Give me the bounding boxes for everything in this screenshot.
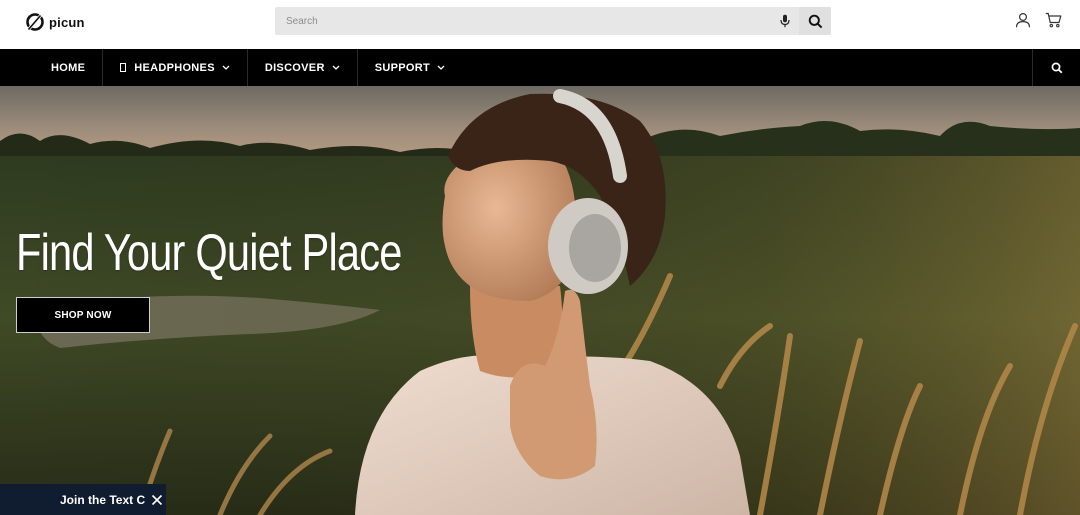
brand-name: picun [49,14,85,30]
microphone-icon [780,14,790,28]
search-submit-button[interactable] [799,7,831,35]
nav-item-label: SUPPORT [374,61,430,74]
picun-logo-icon [26,13,44,32]
account-icon [1015,12,1031,28]
cart-icon [1045,12,1061,28]
top-header: picun [0,0,1080,49]
hero-image [0,86,1080,515]
shop-now-button[interactable]: SHOP NOW [16,297,150,333]
hero-title: Find Your Quiet Place [16,224,402,282]
brand-logo[interactable]: picun [25,11,85,33]
nav-search-button[interactable] [1032,49,1080,86]
search-bar [275,7,831,35]
box-icon [120,63,127,72]
search-icon [808,14,822,28]
chevron-down-icon [222,65,230,70]
header-actions [1014,11,1062,29]
cart-button[interactable] [1044,11,1062,29]
hero-banner: Find Your Quiet Place SHOP NOW [0,86,1080,515]
search-input[interactable] [275,7,771,35]
nav-item-discover[interactable]: DISCOVER [248,49,358,86]
close-button[interactable] [151,494,163,506]
close-icon [152,494,163,505]
search-icon [1051,62,1062,73]
nav-item-label: HOME [51,61,86,74]
text-club-signup-tab[interactable]: Join the Text C [0,484,166,515]
nav-item-headphones[interactable]: HEADPHONES [103,49,248,86]
text-club-label: Join the Text C [60,492,146,507]
nav-item-label: DISCOVER [264,61,325,74]
nav-item-support[interactable]: SUPPORT [358,49,462,86]
nav-item-home[interactable]: HOME [34,49,104,86]
voice-search-button[interactable] [771,7,799,35]
main-navigation: HOME HEADPHONES DISCOVER SUPPORT [0,49,1080,86]
account-button[interactable] [1014,11,1032,29]
chevron-down-icon [437,65,445,70]
chevron-down-icon [332,65,340,70]
nav-menu: HOME HEADPHONES DISCOVER SUPPORT [34,49,462,86]
nav-item-label: HEADPHONES [134,61,215,74]
